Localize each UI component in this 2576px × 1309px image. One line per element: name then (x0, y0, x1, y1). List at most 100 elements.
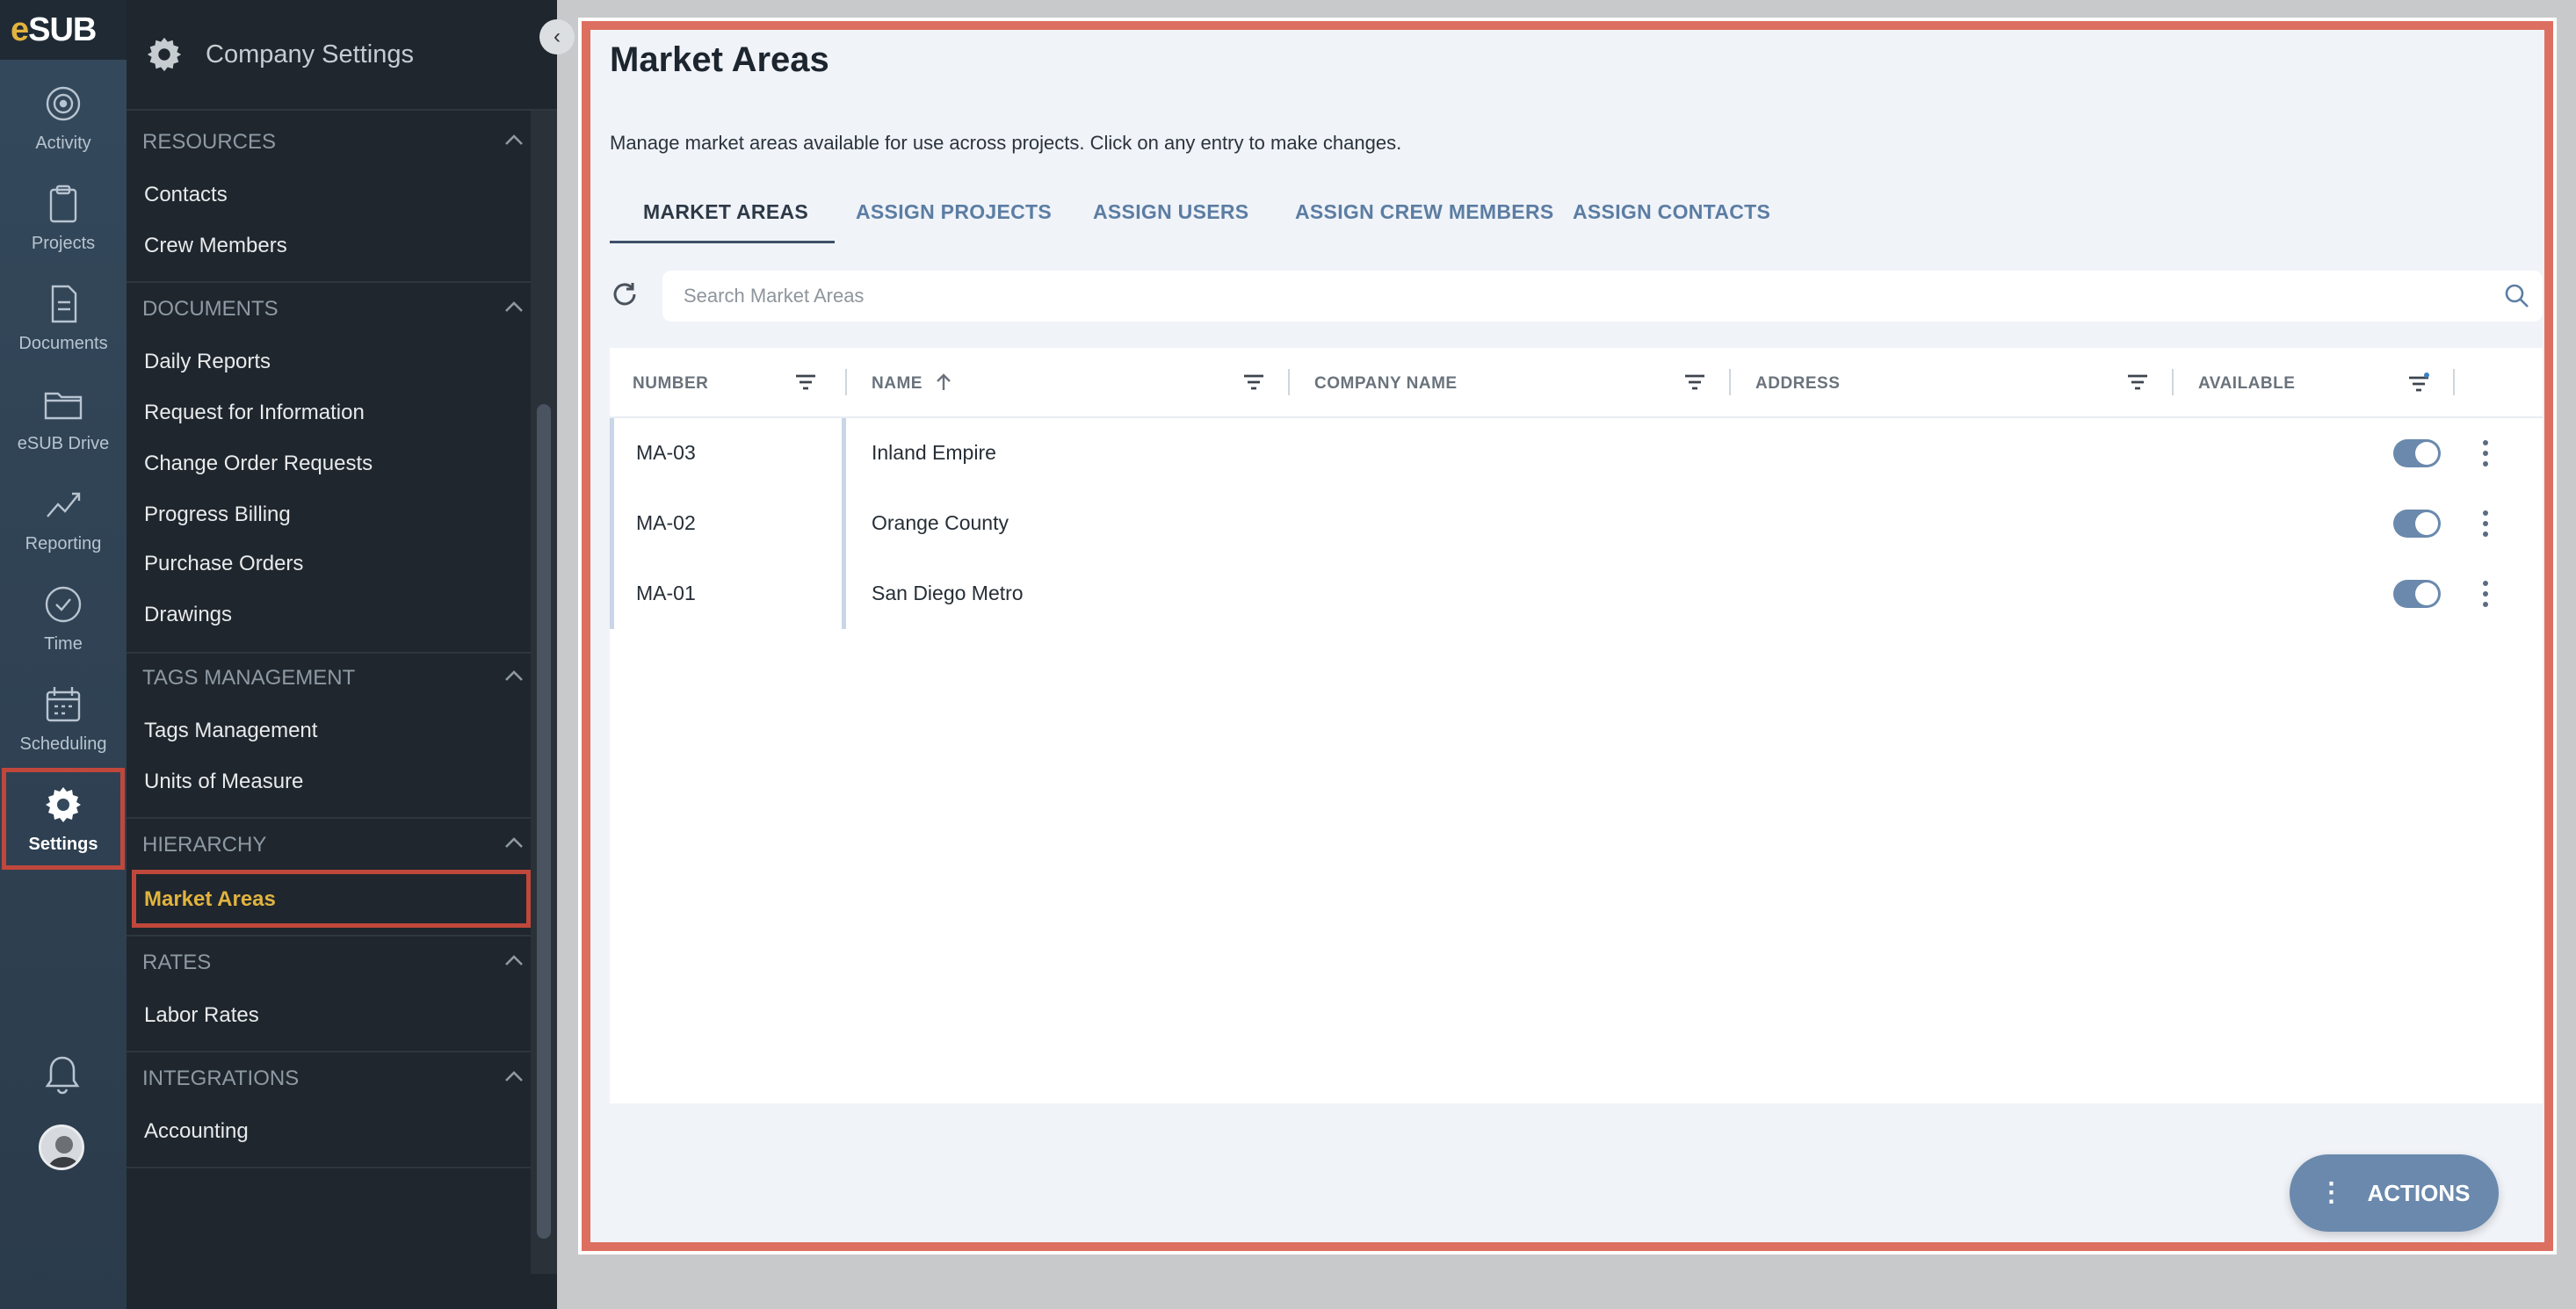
sidebar-link-drawings[interactable]: Drawings (144, 603, 232, 627)
section-title-tags-management: TAGS MANAGEMENT (142, 666, 356, 690)
sidebar-header: Company Settings (127, 0, 557, 111)
filter-icon[interactable] (2126, 372, 2149, 392)
section-title-integrations: INTEGRATIONS (142, 1067, 300, 1090)
tab-market-areas[interactable]: MARKET AREAS (643, 200, 808, 224)
cell-number: MA-02 (636, 511, 696, 534)
table-row[interactable]: MA-02 Orange County (610, 488, 2543, 559)
column-separator (1288, 369, 1290, 395)
left-nav-rail: e SUB Activity Projects Documents eSUB Dr… (0, 0, 127, 1309)
more-vert-icon[interactable] (2481, 578, 2490, 610)
cell-name: Inland Empire (872, 441, 996, 464)
page-subtitle: Manage market areas available for use ac… (610, 132, 1402, 154)
rail-reporting[interactable]: Reporting (0, 467, 127, 569)
folder-icon (44, 392, 83, 419)
column-separator (1729, 369, 1731, 395)
sidebar-link-market-areas[interactable]: Market Areas (144, 887, 276, 912)
chevron-up-icon[interactable] (504, 300, 524, 313)
column-header-name[interactable]: NAME (872, 374, 923, 394)
sidebar-link-contacts[interactable]: Contacts (144, 183, 228, 207)
search-placeholder: Search Market Areas (684, 285, 865, 307)
rail-esub-drive[interactable]: eSUB Drive (0, 367, 127, 469)
settings-highlight-box (2, 768, 125, 870)
filter-icon[interactable] (794, 372, 817, 392)
sidebar-scrollbar-thumb[interactable] (537, 404, 551, 1239)
rail-scheduling[interactable]: Scheduling (0, 668, 127, 770)
sidebar-title: Company Settings (206, 40, 414, 69)
main-content-panel: Market Areas Manage market areas availab… (582, 21, 2553, 1251)
gear-icon (147, 37, 182, 72)
cell-number: MA-01 (636, 582, 696, 604)
available-toggle[interactable] (2393, 510, 2441, 538)
rail-projects[interactable]: Projects (0, 167, 127, 269)
tab-assign-contacts[interactable]: ASSIGN CONTACTS (1573, 200, 1770, 224)
cell-number: MA-03 (636, 441, 696, 464)
filter-icon[interactable] (1683, 372, 1706, 392)
collapse-sidebar-button[interactable]: ‹ (539, 19, 575, 54)
available-toggle[interactable] (2393, 439, 2441, 467)
available-toggle[interactable] (2393, 580, 2441, 608)
section-title-rates: RATES (142, 951, 212, 974)
tab-assign-projects[interactable]: ASSIGN PROJECTS (856, 200, 1052, 224)
avatar[interactable] (39, 1125, 84, 1170)
cell-name: San Diego Metro (872, 582, 1024, 604)
chart-line-icon (47, 492, 81, 517)
page-title: Market Areas (610, 40, 829, 79)
sidebar-link-progress-billing[interactable]: Progress Billing (144, 503, 291, 527)
more-vert-icon[interactable] (2481, 438, 2490, 469)
table-row[interactable]: MA-03 Inland Empire (610, 418, 2543, 488)
chevron-up-icon[interactable] (504, 1070, 524, 1082)
settings-sidebar: Company Settings RESOURCES Contacts Crew… (127, 0, 557, 1309)
table-row[interactable]: MA-01 San Diego Metro (610, 559, 2543, 629)
rail-activity[interactable]: Activity (0, 67, 127, 169)
sidebar-link-units-of-measure[interactable]: Units of Measure (144, 770, 303, 794)
actions-button[interactable]: ⋮ ACTIONS (2290, 1154, 2499, 1232)
sidebar-link-purchase-orders[interactable]: Purchase Orders (144, 552, 303, 576)
search-input[interactable]: Search Market Areas (662, 271, 2543, 322)
clipboard-icon (49, 184, 77, 222)
section-title-hierarchy: HIERARCHY (142, 833, 267, 857)
column-separator (845, 369, 847, 395)
activity-icon (46, 86, 81, 120)
calendar-icon (46, 686, 81, 721)
sidebar-link-crew-members[interactable]: Crew Members (144, 234, 287, 258)
chevron-up-icon[interactable] (504, 134, 524, 146)
rail-documents[interactable]: Documents (0, 267, 127, 369)
divider (127, 281, 531, 283)
chevron-left-icon: ‹ (554, 25, 561, 48)
divider (127, 1051, 531, 1052)
sidebar-link-rfi[interactable]: Request for Information (144, 401, 365, 425)
esub-logo: e SUB (0, 0, 127, 60)
tab-assign-crew-members[interactable]: ASSIGN CREW MEMBERS (1295, 200, 1554, 224)
chevron-up-icon[interactable] (504, 669, 524, 682)
chevron-up-icon[interactable] (504, 954, 524, 966)
cell-name: Orange County (872, 511, 1009, 534)
filter-icon[interactable] (1242, 372, 1265, 392)
refresh-icon[interactable] (610, 279, 640, 309)
divider (127, 935, 531, 937)
column-header-company-name[interactable]: COMPANY NAME (1314, 374, 1458, 394)
sidebar-link-accounting[interactable]: Accounting (144, 1119, 249, 1144)
tab-assign-users[interactable]: ASSIGN USERS (1093, 200, 1248, 224)
document-icon (51, 285, 77, 322)
sidebar-link-change-order-requests[interactable]: Change Order Requests (144, 452, 373, 476)
chevron-up-icon[interactable] (504, 836, 524, 849)
divider (127, 652, 531, 654)
search-icon[interactable] (2504, 283, 2530, 309)
bell-icon[interactable] (42, 1052, 83, 1096)
sidebar-link-labor-rates[interactable]: Labor Rates (144, 1003, 259, 1028)
more-vert-icon[interactable] (2481, 508, 2490, 539)
sort-ascending-icon[interactable] (935, 372, 952, 392)
divider (127, 1167, 531, 1168)
rail-time[interactable]: Time (0, 568, 127, 669)
column-header-available[interactable]: AVAILABLE (2198, 374, 2295, 394)
market-areas-table: NUMBER NAME COMPANY NAME ADDRESS AVAILAB… (610, 348, 2543, 1103)
filter-active-icon[interactable] (2407, 372, 2430, 392)
sidebar-link-tags-management[interactable]: Tags Management (144, 719, 317, 743)
section-title-documents: DOCUMENTS (142, 297, 279, 321)
sidebar-link-daily-reports[interactable]: Daily Reports (144, 350, 271, 374)
column-header-number[interactable]: NUMBER (633, 374, 708, 394)
column-header-address[interactable]: ADDRESS (1755, 374, 1840, 394)
more-vert-icon: ⋮ (2318, 1178, 2345, 1207)
column-separator (2453, 369, 2455, 395)
active-tab-indicator (610, 241, 835, 243)
